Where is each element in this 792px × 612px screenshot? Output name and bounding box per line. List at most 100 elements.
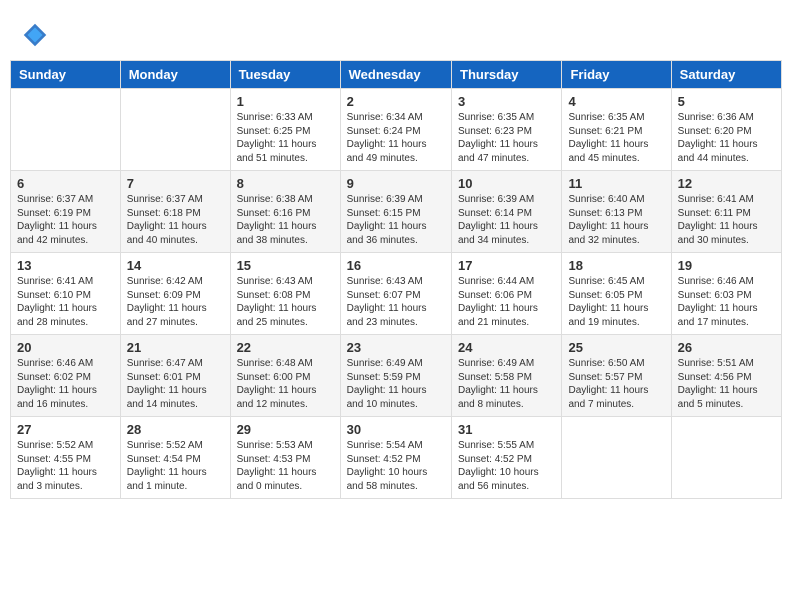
day-header-friday: Friday bbox=[562, 61, 671, 89]
calendar-cell: 6 Sunrise: 6:37 AM Sunset: 6:19 PM Daylig… bbox=[11, 171, 121, 253]
day-number: 3 bbox=[458, 94, 555, 109]
calendar-cell: 22 Sunrise: 6:48 AM Sunset: 6:00 PM Dayli… bbox=[230, 335, 340, 417]
calendar-week-1: 1 Sunrise: 6:33 AM Sunset: 6:25 PM Daylig… bbox=[11, 89, 782, 171]
day-number: 25 bbox=[568, 340, 664, 355]
calendar-cell: 17 Sunrise: 6:44 AM Sunset: 6:06 PM Dayli… bbox=[452, 253, 562, 335]
day-number: 30 bbox=[347, 422, 445, 437]
calendar-cell bbox=[120, 89, 230, 171]
day-header-wednesday: Wednesday bbox=[340, 61, 451, 89]
day-info: Sunrise: 5:53 AM Sunset: 4:53 PM Dayligh… bbox=[237, 439, 334, 493]
calendar-cell: 16Sunrise: 6:43 AM Sunset: 6:07 PM Dayli… bbox=[340, 253, 451, 335]
day-header-thursday: Thursday bbox=[452, 61, 562, 89]
day-info: Sunrise: 6:46 AM Sunset: 6:03 PM Dayligh… bbox=[678, 275, 775, 329]
calendar-cell: 27 Sunrise: 5:52 AM Sunset: 4:55 PM Dayli… bbox=[11, 417, 121, 499]
day-number: 1 bbox=[237, 94, 334, 109]
calendar-cell: 30 Sunrise: 5:54 AM Sunset: 4:52 PM Dayli… bbox=[340, 417, 451, 499]
day-number: 11 bbox=[568, 176, 664, 191]
header bbox=[10, 10, 782, 54]
calendar-cell: 3 Sunrise: 6:35 AM Sunset: 6:23 PM Daylig… bbox=[452, 89, 562, 171]
day-number: 12 bbox=[678, 176, 775, 191]
day-info: Sunrise: 6:47 AM Sunset: 6:01 PM Dayligh… bbox=[127, 357, 224, 411]
day-info: Sunrise: 6:50 AM Sunset: 5:57 PM Dayligh… bbox=[568, 357, 664, 411]
calendar-body: 1 Sunrise: 6:33 AM Sunset: 6:25 PM Daylig… bbox=[11, 89, 782, 499]
calendar-cell: 1 Sunrise: 6:33 AM Sunset: 6:25 PM Daylig… bbox=[230, 89, 340, 171]
day-info: Sunrise: 6:35 AM Sunset: 6:21 PM Dayligh… bbox=[568, 111, 664, 165]
day-info: Sunrise: 6:40 AM Sunset: 6:13 PM Dayligh… bbox=[568, 193, 664, 247]
day-info: Sunrise: 6:35 AM Sunset: 6:23 PM Dayligh… bbox=[458, 111, 555, 165]
calendar-cell: 31 Sunrise: 5:55 AM Sunset: 4:52 PM Dayli… bbox=[452, 417, 562, 499]
calendar-cell: 26 Sunrise: 5:51 AM Sunset: 4:56 PM Dayli… bbox=[671, 335, 781, 417]
day-info: Sunrise: 5:51 AM Sunset: 4:56 PM Dayligh… bbox=[678, 357, 775, 411]
calendar-cell bbox=[671, 417, 781, 499]
day-info: Sunrise: 6:33 AM Sunset: 6:25 PM Dayligh… bbox=[237, 111, 334, 165]
day-number: 2 bbox=[347, 94, 445, 109]
day-number: 24 bbox=[458, 340, 555, 355]
day-number: 9 bbox=[347, 176, 445, 191]
day-number: 14 bbox=[127, 258, 224, 273]
calendar-cell: 21 Sunrise: 6:47 AM Sunset: 6:01 PM Dayli… bbox=[120, 335, 230, 417]
calendar-cell: 29 Sunrise: 5:53 AM Sunset: 4:53 PM Dayli… bbox=[230, 417, 340, 499]
calendar-cell: 24Sunrise: 6:49 AM Sunset: 5:58 PM Dayli… bbox=[452, 335, 562, 417]
day-info: Sunrise: 6:41 AM Sunset: 6:11 PM Dayligh… bbox=[678, 193, 775, 247]
day-number: 15 bbox=[237, 258, 334, 273]
calendar-cell: 2Sunrise: 6:34 AM Sunset: 6:24 PM Daylig… bbox=[340, 89, 451, 171]
day-number: 20 bbox=[17, 340, 114, 355]
day-header-sunday: Sunday bbox=[11, 61, 121, 89]
calendar-cell: 15Sunrise: 6:43 AM Sunset: 6:08 PM Dayli… bbox=[230, 253, 340, 335]
calendar-cell: 12 Sunrise: 6:41 AM Sunset: 6:11 PM Dayli… bbox=[671, 171, 781, 253]
day-number: 7 bbox=[127, 176, 224, 191]
day-info: Sunrise: 6:39 AM Sunset: 6:15 PM Dayligh… bbox=[347, 193, 445, 247]
day-info: Sunrise: 5:54 AM Sunset: 4:52 PM Dayligh… bbox=[347, 439, 445, 493]
day-info: Sunrise: 5:52 AM Sunset: 4:55 PM Dayligh… bbox=[17, 439, 114, 493]
calendar-cell: 5 Sunrise: 6:36 AM Sunset: 6:20 PM Daylig… bbox=[671, 89, 781, 171]
logo bbox=[20, 18, 54, 50]
calendar-cell: 28 Sunrise: 5:52 AM Sunset: 4:54 PM Dayli… bbox=[120, 417, 230, 499]
day-number: 31 bbox=[458, 422, 555, 437]
day-info: Sunrise: 6:37 AM Sunset: 6:18 PM Dayligh… bbox=[127, 193, 224, 247]
day-info: Sunrise: 6:43 AM Sunset: 6:07 PM Dayligh… bbox=[347, 275, 445, 329]
calendar-cell: 8 Sunrise: 6:38 AM Sunset: 6:16 PM Daylig… bbox=[230, 171, 340, 253]
day-number: 6 bbox=[17, 176, 114, 191]
day-number: 4 bbox=[568, 94, 664, 109]
day-number: 26 bbox=[678, 340, 775, 355]
day-number: 22 bbox=[237, 340, 334, 355]
day-info: Sunrise: 6:48 AM Sunset: 6:00 PM Dayligh… bbox=[237, 357, 334, 411]
day-info: Sunrise: 6:36 AM Sunset: 6:20 PM Dayligh… bbox=[678, 111, 775, 165]
calendar-cell: 19 Sunrise: 6:46 AM Sunset: 6:03 PM Dayli… bbox=[671, 253, 781, 335]
calendar-cell: 9 Sunrise: 6:39 AM Sunset: 6:15 PM Daylig… bbox=[340, 171, 451, 253]
calendar-cell: 14 Sunrise: 6:42 AM Sunset: 6:09 PM Dayli… bbox=[120, 253, 230, 335]
day-info: Sunrise: 6:49 AM Sunset: 5:59 PM Dayligh… bbox=[347, 357, 445, 411]
day-info: Sunrise: 6:44 AM Sunset: 6:06 PM Dayligh… bbox=[458, 275, 555, 329]
day-header-monday: Monday bbox=[120, 61, 230, 89]
day-info: Sunrise: 6:42 AM Sunset: 6:09 PM Dayligh… bbox=[127, 275, 224, 329]
day-info: Sunrise: 6:41 AM Sunset: 6:10 PM Dayligh… bbox=[17, 275, 114, 329]
day-number: 5 bbox=[678, 94, 775, 109]
calendar-header-row: SundayMondayTuesdayWednesdayThursdayFrid… bbox=[11, 61, 782, 89]
day-number: 29 bbox=[237, 422, 334, 437]
day-number: 27 bbox=[17, 422, 114, 437]
day-number: 28 bbox=[127, 422, 224, 437]
calendar-table: SundayMondayTuesdayWednesdayThursdayFrid… bbox=[10, 60, 782, 499]
calendar-cell: 10Sunrise: 6:39 AM Sunset: 6:14 PM Dayli… bbox=[452, 171, 562, 253]
day-number: 23 bbox=[347, 340, 445, 355]
calendar-cell bbox=[562, 417, 671, 499]
day-info: Sunrise: 6:38 AM Sunset: 6:16 PM Dayligh… bbox=[237, 193, 334, 247]
day-info: Sunrise: 6:37 AM Sunset: 6:19 PM Dayligh… bbox=[17, 193, 114, 247]
calendar-cell: 25 Sunrise: 6:50 AM Sunset: 5:57 PM Dayli… bbox=[562, 335, 671, 417]
day-number: 19 bbox=[678, 258, 775, 273]
day-number: 8 bbox=[237, 176, 334, 191]
day-number: 17 bbox=[458, 258, 555, 273]
calendar-cell: 20Sunrise: 6:46 AM Sunset: 6:02 PM Dayli… bbox=[11, 335, 121, 417]
day-info: Sunrise: 5:52 AM Sunset: 4:54 PM Dayligh… bbox=[127, 439, 224, 493]
logo-icon bbox=[20, 20, 50, 50]
day-number: 21 bbox=[127, 340, 224, 355]
calendar-cell: 7 Sunrise: 6:37 AM Sunset: 6:18 PM Daylig… bbox=[120, 171, 230, 253]
calendar-week-2: 6 Sunrise: 6:37 AM Sunset: 6:19 PM Daylig… bbox=[11, 171, 782, 253]
calendar-cell: 23 Sunrise: 6:49 AM Sunset: 5:59 PM Dayli… bbox=[340, 335, 451, 417]
calendar-cell bbox=[11, 89, 121, 171]
calendar-week-5: 27 Sunrise: 5:52 AM Sunset: 4:55 PM Dayli… bbox=[11, 417, 782, 499]
calendar-week-4: 20Sunrise: 6:46 AM Sunset: 6:02 PM Dayli… bbox=[11, 335, 782, 417]
day-info: Sunrise: 5:55 AM Sunset: 4:52 PM Dayligh… bbox=[458, 439, 555, 493]
calendar-week-3: 13Sunrise: 6:41 AM Sunset: 6:10 PM Dayli… bbox=[11, 253, 782, 335]
day-number: 18 bbox=[568, 258, 664, 273]
